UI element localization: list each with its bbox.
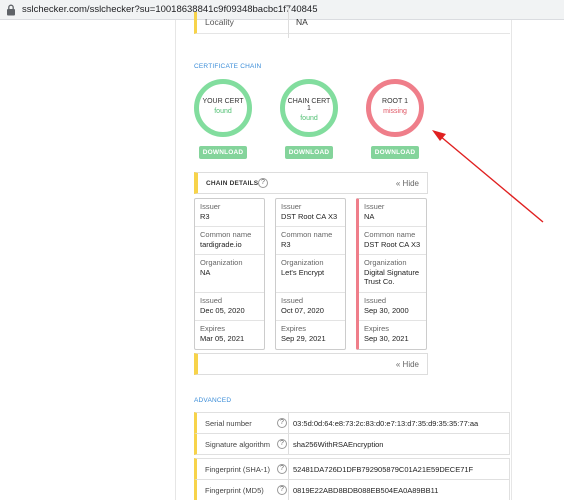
issuer-value: DST Root CA X3 bbox=[281, 212, 338, 221]
chain-detail-column-1: Issuer R3 Common name tardigrade.io Orga… bbox=[194, 198, 265, 350]
issued-value: Sep 30, 2000 bbox=[364, 306, 409, 315]
organization-cell: Organization Let's Encrypt bbox=[276, 255, 345, 293]
chain-detail-column-2: Issuer DST Root CA X3 Common name R3 Org… bbox=[275, 198, 346, 350]
locality-label: Locality bbox=[205, 17, 234, 27]
issued-label: Issued bbox=[281, 296, 304, 305]
expires-label: Expires bbox=[200, 324, 226, 333]
root-1-status: ROOT 1 missing bbox=[366, 79, 424, 137]
issued-cell: Issued Dec 05, 2020 bbox=[195, 293, 264, 321]
divider bbox=[288, 459, 289, 479]
help-icon[interactable]: ? bbox=[258, 178, 268, 188]
divider bbox=[288, 413, 289, 433]
common-name-cell: Common name tardigrade.io bbox=[195, 227, 264, 255]
expires-label: Expires bbox=[364, 324, 390, 333]
fingerprint-md5-label: Fingerprint (MD5) bbox=[205, 486, 264, 495]
expires-value: Sep 30, 2021 bbox=[364, 334, 409, 343]
divider bbox=[288, 434, 289, 454]
help-icon[interactable]: ? bbox=[277, 439, 287, 449]
common-name-value: R3 bbox=[281, 240, 291, 249]
download-root-1-button[interactable]: DOWNLOAD bbox=[371, 146, 419, 159]
chain-cert-1-status: CHAIN CERT 1 found bbox=[280, 79, 338, 137]
issuer-label: Issuer bbox=[281, 202, 302, 211]
issued-cell: Issued Sep 30, 2000 bbox=[359, 293, 426, 321]
help-icon[interactable]: ? bbox=[277, 464, 287, 474]
issued-value: Dec 05, 2020 bbox=[200, 306, 245, 315]
cert-status: found bbox=[214, 108, 232, 115]
certificate-chain-title: CERTIFICATE CHAIN bbox=[194, 63, 262, 70]
issued-label: Issued bbox=[364, 296, 387, 305]
chain-details-label: CHAIN DETAILS bbox=[206, 180, 259, 187]
common-name-label: Common name bbox=[200, 230, 252, 239]
download-your-cert-button[interactable]: DOWNLOAD bbox=[199, 146, 247, 159]
chain-details-footer: « Hide bbox=[194, 353, 428, 375]
signature-algorithm-label: Signature algorithm bbox=[205, 440, 271, 449]
signature-algorithm-row: Signature algorithm ? sha256WithRSAEncry… bbox=[194, 433, 510, 455]
serial-number-value: 03:5d:0d:64:e8:73:2c:83:d0:e7:13:d7:35:d… bbox=[293, 419, 479, 428]
organization-cell: Organization Digital Signature Trust Co. bbox=[359, 255, 426, 293]
expires-value: Sep 29, 2021 bbox=[281, 334, 326, 343]
help-icon[interactable]: ? bbox=[277, 485, 287, 495]
organization-value: Let's Encrypt bbox=[281, 268, 325, 277]
help-icon[interactable]: ? bbox=[277, 418, 287, 428]
cert-name: ROOT 1 bbox=[382, 98, 408, 105]
issuer-value: R3 bbox=[200, 212, 210, 221]
fingerprint-sha1-value: 52481DA726D1DFB792905879C01A21E59DECE71F bbox=[293, 465, 474, 474]
common-name-cell: Common name DST Root CA X3 bbox=[359, 227, 426, 255]
chain-details-header: CHAIN DETAILS ? « Hide bbox=[194, 172, 428, 194]
issuer-cell: Issuer R3 bbox=[195, 199, 264, 227]
locality-value: NA bbox=[296, 17, 308, 27]
organization-label: Organization bbox=[281, 258, 324, 267]
fingerprint-sha1-label: Fingerprint (SHA-1) bbox=[205, 465, 271, 474]
fingerprint-md5-row: Fingerprint (MD5) ? 0819E22ABD8BDB088EB5… bbox=[194, 479, 510, 500]
chain-detail-column-3: Issuer NA Common name DST Root CA X3 Org… bbox=[356, 198, 427, 350]
fingerprint-sha1-row: Fingerprint (SHA-1) ? 52481DA726D1DFB792… bbox=[194, 458, 510, 480]
hide-chain-details-link[interactable]: « Hide bbox=[396, 179, 419, 188]
signature-algorithm-value: sha256WithRSAEncryption bbox=[293, 440, 384, 449]
issued-value: Oct 07, 2020 bbox=[281, 306, 324, 315]
expires-label: Expires bbox=[281, 324, 307, 333]
organization-label: Organization bbox=[364, 258, 407, 267]
your-cert-status: YOUR CERT found bbox=[194, 79, 252, 137]
common-name-label: Common name bbox=[364, 230, 416, 239]
cert-status: missing bbox=[383, 108, 407, 115]
common-name-value: DST Root CA X3 bbox=[364, 240, 421, 249]
serial-number-label: Serial number bbox=[205, 419, 252, 428]
cert-status: found bbox=[300, 115, 318, 122]
download-chain-cert-1-button[interactable]: DOWNLOAD bbox=[285, 146, 333, 159]
issuer-value: NA bbox=[364, 212, 375, 221]
divider bbox=[288, 8, 289, 38]
organization-value: Digital Signature Trust Co. bbox=[364, 268, 420, 286]
cert-name: CHAIN CERT 1 bbox=[287, 98, 331, 112]
organization-value: NA bbox=[200, 268, 211, 277]
organization-cell: Organization NA bbox=[195, 255, 264, 293]
expires-cell: Expires Mar 05, 2021 bbox=[195, 321, 264, 349]
issuer-label: Issuer bbox=[364, 202, 385, 211]
common-name-value: tardigrade.io bbox=[200, 240, 242, 249]
common-name-label: Common name bbox=[281, 230, 333, 239]
common-name-cell: Common name R3 bbox=[276, 227, 345, 255]
expires-cell: Expires Sep 29, 2021 bbox=[276, 321, 345, 349]
divider bbox=[288, 480, 289, 500]
advanced-title: ADVANCED bbox=[194, 397, 232, 404]
fingerprint-md5-value: 0819E22ABD8BDB088EB504EA0A89BB11 bbox=[293, 486, 439, 495]
issued-label: Issued bbox=[200, 296, 223, 305]
issuer-label: Issuer bbox=[200, 202, 221, 211]
serial-number-row: Serial number ? 03:5d:0d:64:e8:73:2c:83:… bbox=[194, 412, 510, 434]
lock-icon bbox=[7, 4, 15, 16]
expires-value: Mar 05, 2021 bbox=[200, 334, 245, 343]
issuer-cell: Issuer DST Root CA X3 bbox=[276, 199, 345, 227]
expires-cell: Expires Sep 30, 2021 bbox=[359, 321, 426, 349]
organization-label: Organization bbox=[200, 258, 243, 267]
issuer-cell: Issuer NA bbox=[359, 199, 426, 227]
issued-cell: Issued Oct 07, 2020 bbox=[276, 293, 345, 321]
locality-row: Locality NA bbox=[194, 8, 510, 38]
hide-chain-details-link[interactable]: « Hide bbox=[396, 360, 419, 369]
cert-name: YOUR CERT bbox=[202, 98, 244, 105]
